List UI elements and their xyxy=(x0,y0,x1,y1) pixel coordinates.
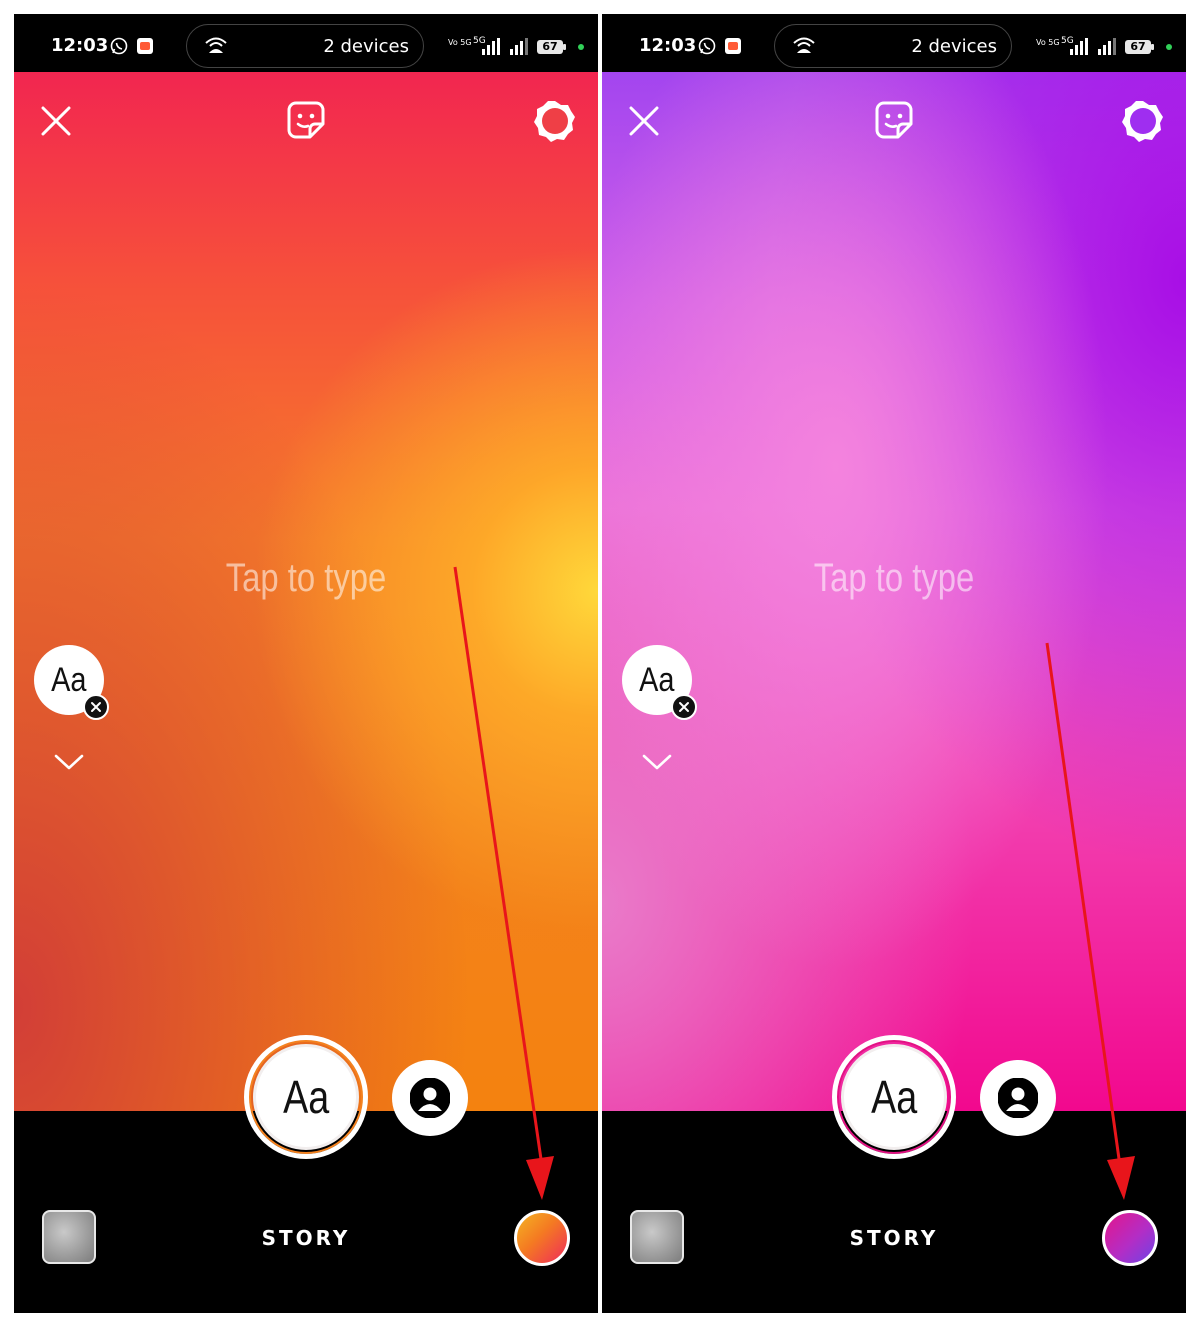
tap-to-type-placeholder[interactable]: Tap to type xyxy=(67,556,546,601)
notification-app-icon xyxy=(137,38,153,54)
privacy-indicator-dot xyxy=(578,44,584,50)
privacy-indicator-dot xyxy=(1166,44,1172,50)
volte-label: Vo 5G xyxy=(1036,38,1060,47)
status-bar: 12:03 2 devices Vo 5G 5G 67 xyxy=(14,14,598,72)
hotspot-icon xyxy=(205,37,227,53)
text-mode-button[interactable]: Aa xyxy=(832,1035,956,1159)
story-canvas[interactable]: Tap to type Aa xyxy=(14,72,598,1111)
story-editor-screen-left: 12:03 2 devices Vo 5G 5G 67 Tap to type … xyxy=(14,14,598,1313)
font-style-label: Aa xyxy=(51,661,87,699)
whatsapp-icon xyxy=(110,37,128,55)
story-editor-screen-right: 12:03 2 devices Vo 5G 5G 67 Tap to type … xyxy=(602,14,1186,1313)
color-button[interactable] xyxy=(1102,1210,1158,1266)
color-button[interactable] xyxy=(514,1210,570,1266)
text-mode-button[interactable]: Aa xyxy=(244,1035,368,1159)
text-mode-label: Aa xyxy=(282,1071,330,1123)
remove-font-button[interactable] xyxy=(83,694,109,720)
settings-icon[interactable] xyxy=(1120,98,1166,144)
volte-label: Vo 5G xyxy=(448,38,472,47)
tap-to-type-placeholder[interactable]: Tap to type xyxy=(655,556,1134,601)
hotspot-devices-text: 2 devices xyxy=(911,36,997,57)
story-mode-label[interactable]: STORY xyxy=(14,1226,598,1250)
status-time: 12:03 xyxy=(51,35,109,56)
hotspot-pill[interactable]: 2 devices xyxy=(186,24,424,68)
chevron-down-icon[interactable] xyxy=(52,750,86,774)
settings-icon[interactable] xyxy=(532,98,578,144)
text-mode-inner: Aa xyxy=(253,1044,359,1150)
whatsapp-icon xyxy=(698,37,716,55)
close-small-icon xyxy=(679,702,689,712)
close-icon[interactable] xyxy=(40,105,72,137)
close-icon[interactable] xyxy=(628,105,660,137)
text-mode-label: Aa xyxy=(870,1071,918,1123)
battery-indicator: 67 xyxy=(537,40,566,54)
font-style-label: Aa xyxy=(639,661,675,699)
battery-indicator: 67 xyxy=(1125,40,1154,54)
status-bar: 12:03 2 devices Vo 5G 5G 67 xyxy=(602,14,1186,72)
signal-icon-sim2 xyxy=(1098,38,1116,55)
story-mode-label[interactable]: STORY xyxy=(602,1226,1186,1250)
mention-icon xyxy=(998,1078,1038,1118)
close-small-icon xyxy=(91,702,101,712)
mention-icon xyxy=(410,1078,450,1118)
sticker-icon[interactable] xyxy=(874,100,914,140)
signal-icon xyxy=(482,38,500,55)
status-time: 12:03 xyxy=(639,35,697,56)
story-canvas[interactable]: Tap to type Aa xyxy=(602,72,1186,1111)
notification-app-icon xyxy=(725,38,741,54)
hotspot-icon xyxy=(793,37,815,53)
hotspot-pill[interactable]: 2 devices xyxy=(774,24,1012,68)
remove-font-button[interactable] xyxy=(671,694,697,720)
signal-icon-sim2 xyxy=(510,38,528,55)
mention-button[interactable] xyxy=(980,1060,1056,1136)
text-mode-inner: Aa xyxy=(841,1044,947,1150)
chevron-down-icon[interactable] xyxy=(640,750,674,774)
hotspot-devices-text: 2 devices xyxy=(323,36,409,57)
signal-icon xyxy=(1070,38,1088,55)
sticker-icon[interactable] xyxy=(286,100,326,140)
mention-button[interactable] xyxy=(392,1060,468,1136)
